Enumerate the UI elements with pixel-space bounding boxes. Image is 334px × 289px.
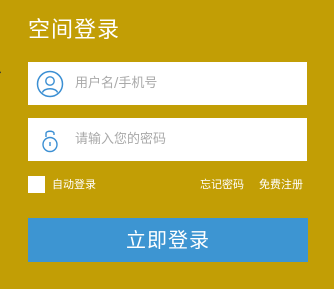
user-icon (36, 70, 64, 98)
username-field[interactable] (28, 62, 307, 105)
username-input[interactable] (75, 62, 297, 105)
edge-marker: › (0, 66, 2, 78)
register-link[interactable]: 免费注册 (259, 178, 303, 192)
lock-icon (36, 126, 64, 154)
password-field[interactable] (28, 118, 307, 161)
page-title: 空间登录 (28, 18, 121, 43)
login-button[interactable]: 立即登录 (28, 218, 308, 262)
forgot-password-link[interactable]: 忘记密码 (200, 178, 244, 192)
password-input[interactable] (75, 118, 297, 161)
auto-login-checkbox[interactable] (28, 176, 45, 193)
auto-login-label: 自动登录 (52, 178, 96, 191)
